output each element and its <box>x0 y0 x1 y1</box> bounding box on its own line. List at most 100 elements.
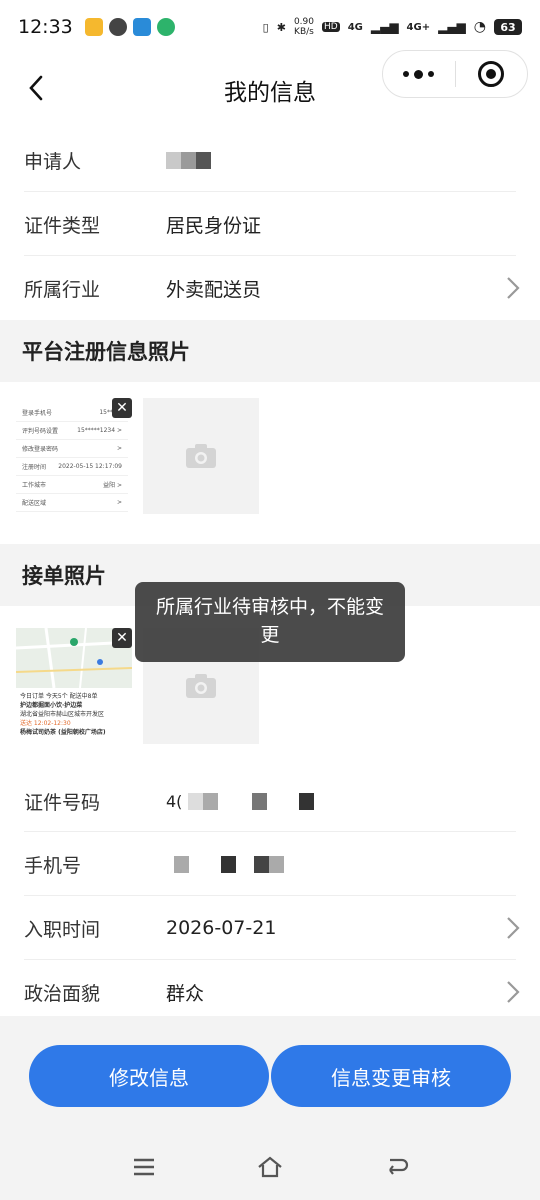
status-time: 12:33 <box>18 16 73 38</box>
mask-pixel <box>254 855 269 873</box>
mini-row: 注册时间 2022-05-15 12:17:09 <box>16 458 128 476</box>
change-review-button[interactable]: 信息变更审核 <box>271 1045 511 1107</box>
net-speed: 0.90 KB/s <box>293 17 314 37</box>
more-dots-icon <box>403 71 410 77</box>
id-number-row: 证件号码 4( <box>0 770 540 832</box>
platform-photo-thumbnail[interactable]: 登录手机号 15***** 评判号码设置 15*****1234 > 修改登录密码 >… <box>16 398 132 514</box>
add-photo-button[interactable] <box>143 398 259 514</box>
mask-pixel <box>174 855 189 873</box>
target-dot <box>486 69 497 79</box>
mini-label: 修改登录密码 <box>22 446 59 453</box>
order-line: 护边都掘面小饮·护边菜 <box>20 702 83 709</box>
mask-pixel <box>203 792 219 810</box>
chevron-right-icon <box>507 917 520 939</box>
camera-icon <box>186 444 216 468</box>
row-label: 政治面貌 <box>24 982 101 1005</box>
camera-icon <box>186 674 216 698</box>
mini-row: 修改登录密码 > <box>16 440 128 458</box>
mini-value: 益阳 > <box>103 482 122 489</box>
battery-icon: 63 <box>494 19 522 35</box>
vibrate-icon: ▯ <box>262 20 269 34</box>
mini-label: 工作城市 <box>22 482 47 489</box>
political-status-row[interactable]: 政治面貌 群众 <box>0 960 540 1024</box>
mini-label: 评判号码设置 <box>22 428 59 435</box>
hire-date-row[interactable]: 入职时间 2026-07-21 <box>0 896 540 960</box>
mask-pixel <box>252 792 268 810</box>
mini-program-capsule <box>382 50 528 98</box>
mask-pixel <box>267 792 300 810</box>
order-line: 杨梅试司奶茶 (益阳朝校广场店) <box>20 729 106 736</box>
signal-label-1: 4G <box>347 21 363 33</box>
mini-row: 工作城市 益阳 > <box>16 476 128 494</box>
order-photo-thumbnail[interactable]: 今日订单 今天5个 配送中8单 护边都掘面小饮·护边菜 湖北省益阳市赫山区城市开… <box>16 628 132 744</box>
bluetooth-icon: ✱ <box>276 20 286 34</box>
status-bar: 12:33 ▯ ✱ 0.90 KB/s HD 4G ▂▄▆ 4G+ ▂▄▆ ◔ … <box>0 0 540 54</box>
id-type-row: 证件类型 居民身份证 <box>0 192 540 256</box>
row-value: 群众 <box>166 982 205 1005</box>
status-right: ▯ ✱ 0.90 KB/s HD 4G ▂▄▆ 4G+ ▂▄▆ ◔ 63 <box>263 17 522 37</box>
row-value: 外卖配送员 <box>166 278 262 301</box>
mask-pixel <box>196 151 211 169</box>
mask-pixel <box>166 151 181 169</box>
mask-pixel <box>188 792 204 810</box>
message-icon <box>108 18 127 36</box>
chevron-left-icon <box>29 75 43 101</box>
row-label: 证件类型 <box>24 214 101 237</box>
row-value: 4( <box>166 791 183 811</box>
mini-label: 注册时间 <box>22 464 47 471</box>
more-button[interactable] <box>383 69 455 79</box>
send-icon <box>132 18 151 36</box>
mini-label: 配送区域 <box>22 500 47 507</box>
id-number-masked <box>188 792 315 810</box>
navbar: 我的信息 <box>0 50 540 126</box>
platform-photo-section-title: 平台注册信息照片 <box>0 320 540 382</box>
applicant-value-masked <box>166 151 211 169</box>
target-circle-icon <box>478 61 505 87</box>
wifi-icon: ◔ <box>473 19 486 35</box>
phone-row: 手机号 <box>0 832 540 896</box>
menu-icon[interactable] <box>129 1152 159 1182</box>
app-icon <box>156 18 175 36</box>
applicant-row: 申请人 <box>0 128 540 192</box>
content: 申请人 证件类型 居民身份证 所属行业 外卖配送员 平台注册信息照片 登录手机号… <box>0 128 540 1024</box>
row-label: 申请人 <box>24 150 82 173</box>
order-line: 湖北省益阳市赫山区城市开发区 <box>20 711 105 718</box>
mini-row: 评判号码设置 15*****1234 > <box>16 422 128 440</box>
mini-value: 15*****1234 > <box>77 427 122 434</box>
more-dot-center <box>414 69 424 79</box>
row-value: 居民身份证 <box>166 214 262 237</box>
toast-message: 所属行业待审核中，不能变更 <box>135 582 405 662</box>
delete-photo-button[interactable]: ✕ <box>112 398 132 418</box>
mini-value: > <box>116 499 122 506</box>
platform-photo-area: 登录手机号 15***** 评判号码设置 15*****1234 > 修改登录密码 >… <box>0 382 540 544</box>
mini-value: > <box>116 445 122 452</box>
edit-info-button[interactable]: 修改信息 <box>29 1045 269 1107</box>
mini-label: 登录手机号 <box>22 410 53 417</box>
mask-pixel <box>181 151 196 169</box>
order-line: 今日订单 今天5个 配送中8单 <box>20 693 98 700</box>
hd-badge: HD <box>321 22 340 32</box>
mini-value: 2022-05-15 12:17:09 <box>58 463 122 470</box>
order-info: 今日订单 今天5个 配送中8单 护边都掘面小饮·护边菜 湖北省益阳市赫山区城市开… <box>16 688 132 744</box>
row-label: 手机号 <box>24 854 82 877</box>
chevron-right-icon <box>507 277 520 299</box>
signal-label-2: 4G+ <box>406 21 431 33</box>
more-dot-right <box>428 71 435 77</box>
bottom-action-bar: 修改信息 信息变更审核 <box>0 1016 540 1134</box>
home-icon[interactable] <box>255 1152 285 1182</box>
back-button[interactable] <box>16 68 56 108</box>
system-navigation-bar <box>0 1134 540 1200</box>
mask-pixel <box>269 855 284 873</box>
delete-photo-button[interactable]: ✕ <box>112 628 132 648</box>
close-button[interactable] <box>456 61 528 87</box>
row-value: 2026-07-21 <box>166 917 277 939</box>
mask-pixel <box>299 792 315 810</box>
industry-row[interactable]: 所属行业 外卖配送员 <box>0 256 540 320</box>
signal-icon: ▂▄▆ <box>438 20 466 34</box>
back-nav-icon[interactable] <box>381 1152 411 1182</box>
chevron-right-icon <box>507 981 520 1003</box>
signal-icon: ▂▄▆ <box>370 20 399 34</box>
mini-row: 配送区域 > <box>16 494 128 512</box>
page-title: 我的信息 <box>224 80 316 106</box>
phone-masked <box>174 855 284 873</box>
